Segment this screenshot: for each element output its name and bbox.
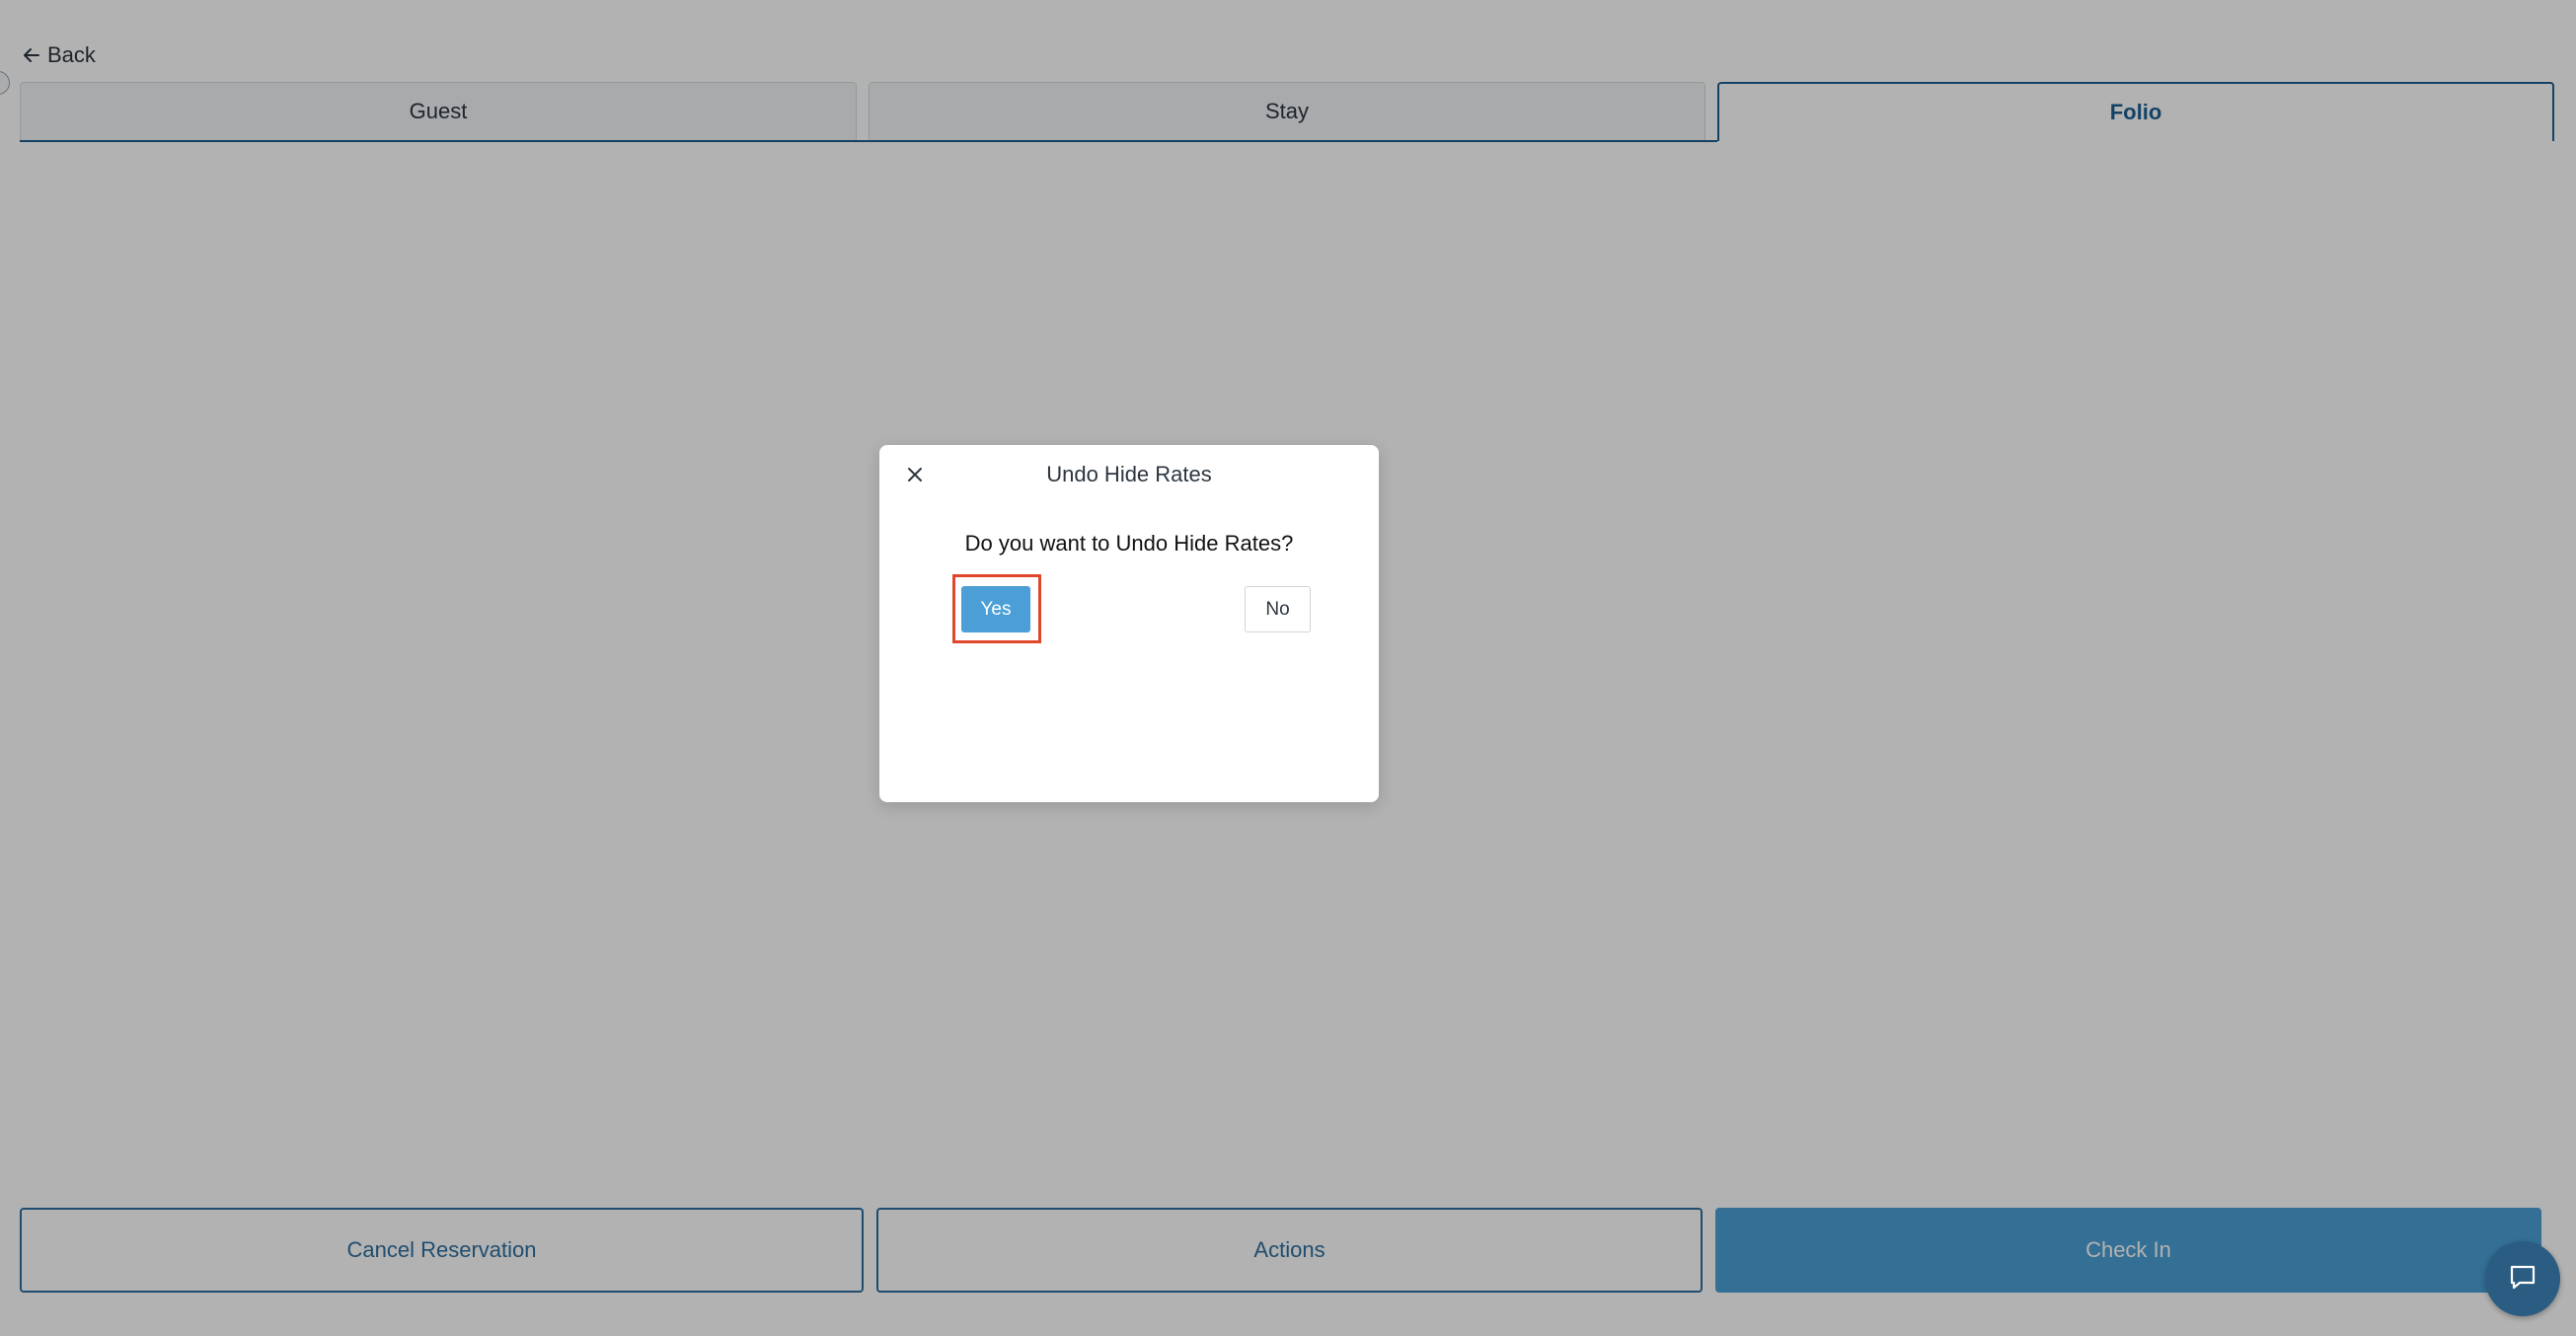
chat-icon xyxy=(2507,1261,2538,1298)
app-page: Back Guest Stay Folio Cancel Reservation… xyxy=(0,0,2576,1336)
undo-hide-rates-dialog: Undo Hide Rates Do you want to Undo Hide… xyxy=(879,445,1379,802)
dialog-question: Do you want to Undo Hide Rates? xyxy=(964,531,1294,556)
yes-button[interactable]: Yes xyxy=(961,586,1030,632)
dialog-title: Undo Hide Rates xyxy=(1046,462,1212,486)
no-button[interactable]: No xyxy=(1245,586,1311,632)
chat-button[interactable] xyxy=(2485,1241,2560,1316)
